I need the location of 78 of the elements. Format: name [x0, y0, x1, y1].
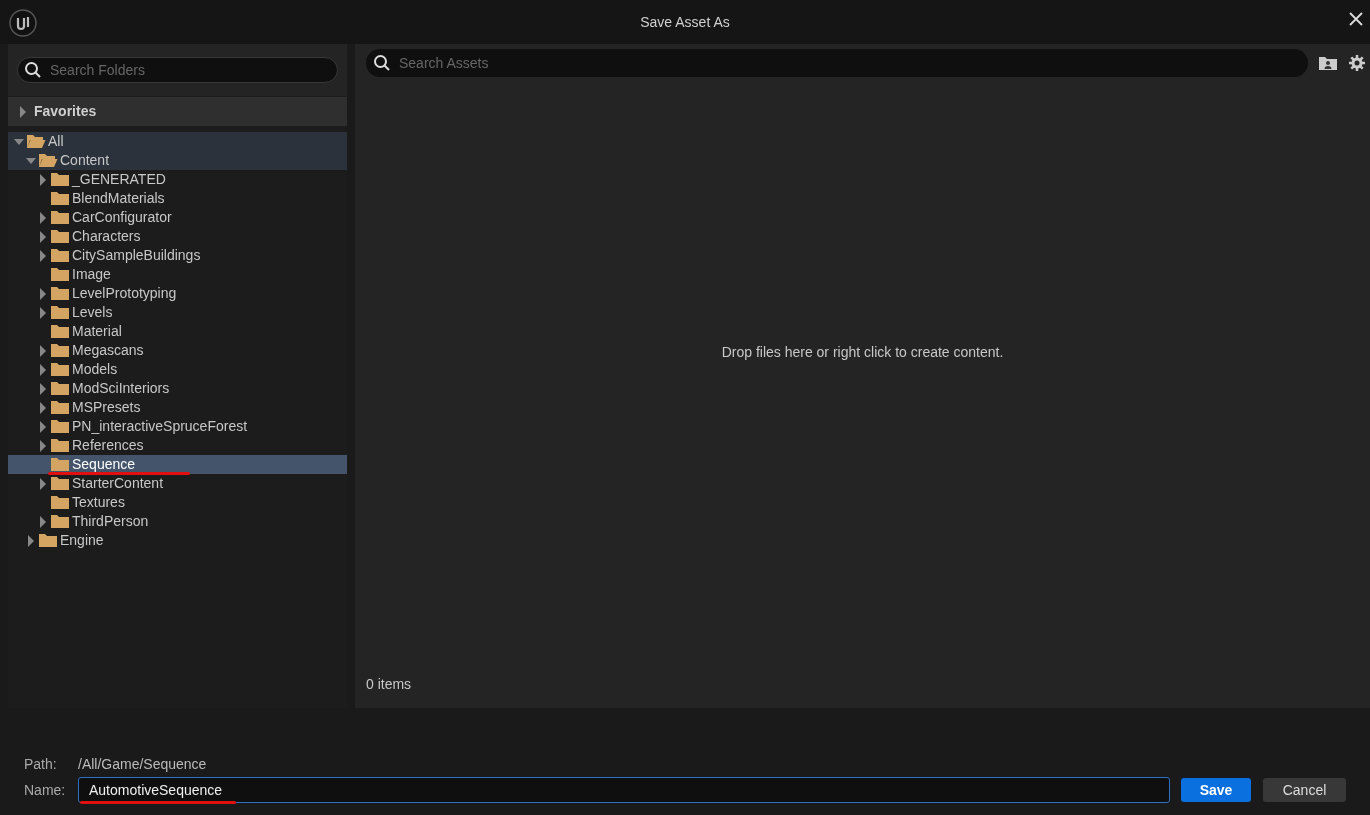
folder-person-icon[interactable] — [1318, 55, 1338, 71]
name-field[interactable]: AutomotiveSequence — [78, 777, 1170, 803]
folder-tree-item[interactable]: Textures — [8, 493, 347, 512]
path-value: /All/Game/Sequence — [78, 754, 207, 774]
search-field[interactable]: Search Assets — [366, 49, 1308, 77]
expand-arrow-icon[interactable] — [18, 105, 28, 118]
folder-icon — [50, 343, 70, 358]
settings-icon[interactable] — [1348, 54, 1366, 72]
folder-tree-item[interactable]: MSPresets — [8, 398, 347, 417]
name-label: Name: — [24, 780, 67, 800]
folder-icon — [38, 533, 58, 548]
path-label: Path: — [24, 754, 58, 774]
folder-tree-item[interactable]: Material — [8, 322, 347, 341]
logo-icon — [9, 9, 37, 37]
folder-icon — [50, 267, 70, 282]
folder-tree-item[interactable]: All — [8, 132, 347, 151]
save-button[interactable]: Save — [1181, 778, 1251, 802]
expand-arrow-icon[interactable] — [38, 439, 48, 452]
expand-arrow-icon[interactable] — [38, 344, 48, 357]
empty-message: Drop files here or right click to create content. — [721, 342, 1004, 362]
folder-icon — [50, 172, 70, 187]
expand-arrow-icon[interactable] — [38, 382, 48, 395]
folder-tree-item[interactable]: CarConfigurator — [8, 208, 347, 227]
folder-icon — [50, 495, 70, 510]
folder-tree-item[interactable]: CitySampleBuildings — [8, 246, 347, 265]
folder-icon — [50, 514, 70, 529]
expand-arrow-icon[interactable] — [38, 401, 48, 414]
folder-icon — [50, 305, 70, 320]
folder-tree-item[interactable]: StarterContent — [8, 474, 347, 493]
folder-tree-item[interactable]: Levels — [8, 303, 347, 322]
folder-icon — [50, 476, 70, 491]
expand-arrow-icon[interactable] — [38, 363, 48, 376]
folder-tree-item[interactable]: PN_interactiveSpruceForest — [8, 417, 347, 436]
folder-tree-item[interactable]: LevelPrototyping — [8, 284, 347, 303]
expand-arrow-icon[interactable] — [38, 211, 48, 224]
folder-icon — [50, 457, 70, 472]
window-title: Save Asset As — [640, 14, 730, 30]
open-folder-icon — [26, 134, 46, 149]
folder-icon — [50, 286, 70, 301]
favorites-header[interactable]: Favorites — [8, 97, 347, 126]
search-field[interactable]: Search Folders — [17, 57, 338, 83]
folder-tree-item[interactable]: ModSciInteriors — [8, 379, 347, 398]
folder-tree-item[interactable]: Models — [8, 360, 347, 379]
folder-tree-item[interactable]: Image — [8, 265, 347, 284]
folder-icon — [50, 438, 70, 453]
close-icon[interactable] — [1349, 12, 1363, 26]
folder-tree-item[interactable]: Content — [8, 151, 347, 170]
folder-icon — [50, 362, 70, 377]
folder-tree-item[interactable]: Megascans — [8, 341, 347, 360]
expand-arrow-icon[interactable] — [38, 420, 48, 433]
expand-arrow-icon[interactable] — [38, 515, 48, 528]
folder-icon — [50, 381, 70, 396]
search-icon — [24, 61, 42, 79]
expand-arrow-icon[interactable] — [38, 230, 48, 243]
expand-arrow-icon[interactable] — [38, 477, 48, 490]
folder-tree-item[interactable]: ThirdPerson — [8, 512, 347, 531]
folder-icon — [50, 191, 70, 206]
folder-tree-item[interactable]: Characters — [8, 227, 347, 246]
cancel-button[interactable]: Cancel — [1263, 778, 1346, 802]
folder-icon — [50, 400, 70, 415]
folder-icon — [50, 324, 70, 339]
folder-icon — [50, 229, 70, 244]
expand-arrow-icon[interactable] — [38, 306, 48, 319]
expand-arrow-icon[interactable] — [38, 287, 48, 300]
folder-tree-item[interactable]: Sequence — [8, 455, 347, 474]
folder-icon — [50, 248, 70, 263]
search-icon — [373, 54, 391, 72]
expand-arrow-icon[interactable] — [38, 173, 48, 186]
expand-arrow-icon[interactable] — [38, 249, 48, 262]
expand-arrow-icon[interactable] — [26, 534, 36, 547]
folder-tree-item[interactable]: BlendMaterials — [8, 189, 347, 208]
folder-tree-item[interactable]: References — [8, 436, 347, 455]
folder-icon — [50, 419, 70, 434]
folder-tree-item[interactable]: _GENERATED — [8, 170, 347, 189]
item-count: 0 items — [366, 675, 412, 694]
folder-tree-item[interactable]: Engine — [8, 531, 347, 550]
open-folder-icon — [38, 153, 58, 168]
folder-icon — [50, 210, 70, 225]
